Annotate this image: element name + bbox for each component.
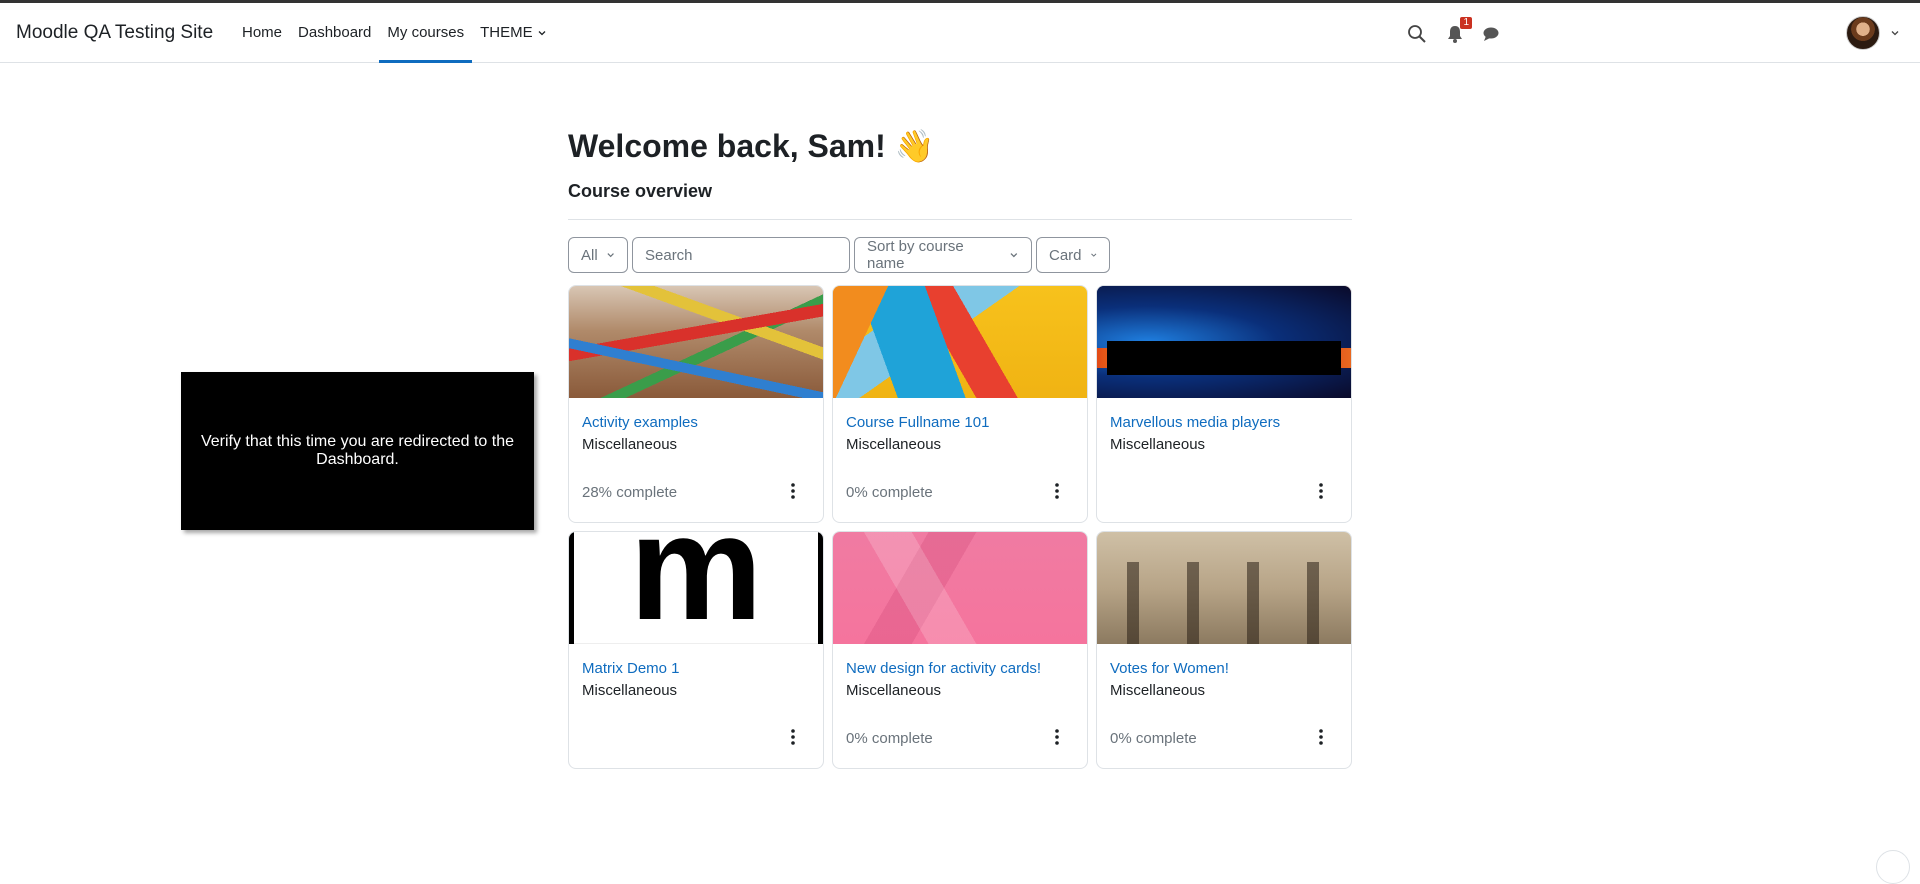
course-image-film[interactable]	[1097, 286, 1351, 398]
course-progress: 0% complete	[846, 484, 933, 501]
course-image-pink-pattern[interactable]	[833, 532, 1087, 644]
course-category: Miscellaneous	[1110, 682, 1206, 699]
course-overview-heading: Course overview	[568, 181, 713, 201]
course-category: Miscellaneous	[582, 682, 678, 699]
course-category: Miscellaneous	[846, 682, 942, 699]
course-card[interactable]: Course Fullname 101 Miscellaneous 0% com…	[832, 285, 1088, 523]
kebab-menu-icon[interactable]	[789, 727, 797, 747]
nav-home[interactable]: Home	[234, 3, 290, 63]
chevron-down-icon	[538, 31, 546, 36]
chevron-down-icon	[1010, 253, 1018, 258]
footer-help-button[interactable]	[1876, 850, 1910, 884]
nav-my-courses-label: My courses	[387, 24, 465, 41]
course-title-link[interactable]: Votes for Women!	[1110, 660, 1229, 677]
course-category: Miscellaneous	[582, 436, 678, 453]
course-title-link[interactable]: Matrix Demo 1	[582, 660, 680, 677]
kebab-menu-icon[interactable]	[1317, 481, 1325, 501]
course-title-link[interactable]: Course Fullname 101	[846, 414, 989, 431]
course-image-paper[interactable]	[833, 286, 1087, 398]
chevron-down-icon	[607, 253, 614, 258]
nav-theme-label: THEME	[480, 24, 533, 41]
kebab-menu-icon[interactable]	[1053, 481, 1061, 501]
kebab-menu-icon[interactable]	[789, 481, 797, 501]
course-title-link[interactable]: Activity examples	[582, 414, 698, 431]
course-search-input[interactable]	[632, 237, 850, 273]
sort-dropdown[interactable]: Sort by course name	[854, 237, 1032, 273]
kebab-menu-icon[interactable]	[1317, 727, 1325, 747]
sort-label: Sort by course name	[867, 238, 964, 272]
course-category: Miscellaneous	[846, 436, 942, 453]
matrix-logo-letter: m	[629, 531, 763, 651]
view-label: Card	[1049, 246, 1082, 264]
nav-my-courses[interactable]: My courses	[379, 3, 472, 63]
user-menu-chevron-icon[interactable]	[1890, 28, 1900, 38]
course-image-blocks[interactable]	[569, 286, 823, 398]
divider	[568, 219, 1352, 220]
view-dropdown[interactable]: Card	[1036, 237, 1110, 273]
messages-button[interactable]	[1480, 23, 1502, 45]
notification-count-badge: 1	[1460, 17, 1472, 29]
chat-bubble-icon	[1483, 27, 1499, 41]
course-progress: 0% complete	[1110, 730, 1197, 747]
nav-dashboard[interactable]: Dashboard	[290, 3, 379, 63]
course-category: Miscellaneous	[1110, 436, 1206, 453]
user-avatar[interactable]	[1846, 16, 1880, 50]
grouping-dropdown[interactable]: All	[568, 237, 628, 273]
course-card[interactable]: Marvellous media players Miscellaneous	[1096, 285, 1352, 523]
course-card[interactable]: New design for activity cards! Miscellan…	[832, 531, 1088, 769]
course-card[interactable]: m Matrix Demo 1 Miscellaneous	[568, 531, 824, 769]
course-card[interactable]: Votes for Women! Miscellaneous 0% comple…	[1096, 531, 1352, 769]
nav-dashboard-label: Dashboard	[298, 24, 372, 41]
welcome-heading: Welcome back, Sam! 👋	[568, 128, 935, 164]
site-name[interactable]: Moodle QA Testing Site	[16, 22, 213, 44]
course-progress: 0% complete	[846, 730, 933, 747]
grouping-label: All	[581, 246, 598, 264]
search-icon	[1408, 25, 1426, 43]
course-card[interactable]: Activity examples Miscellaneous 28% comp…	[568, 285, 824, 523]
course-image-matrix[interactable]: m	[569, 532, 823, 644]
notifications-button[interactable]: 1	[1444, 17, 1472, 45]
instruction-overlay: Verify that this time you are redirected…	[181, 372, 534, 530]
top-navbar: Moodle QA Testing Site Home Dashboard My…	[0, 3, 1920, 63]
course-image-sepia-photo[interactable]	[1097, 532, 1351, 644]
nav-home-label: Home	[242, 24, 283, 41]
course-title-link[interactable]: New design for activity cards!	[846, 660, 1041, 677]
nav-theme-dropdown[interactable]: THEME	[472, 3, 555, 63]
chevron-down-icon	[1090, 253, 1096, 257]
course-title-link[interactable]: Marvellous media players	[1110, 414, 1280, 431]
kebab-menu-icon[interactable]	[1053, 727, 1061, 747]
course-progress: 28% complete	[582, 484, 678, 501]
instruction-text: Verify that this time you are redirected…	[200, 433, 515, 468]
search-button[interactable]	[1406, 23, 1428, 45]
primary-navigation: Home Dashboard My courses THEME	[234, 3, 555, 63]
